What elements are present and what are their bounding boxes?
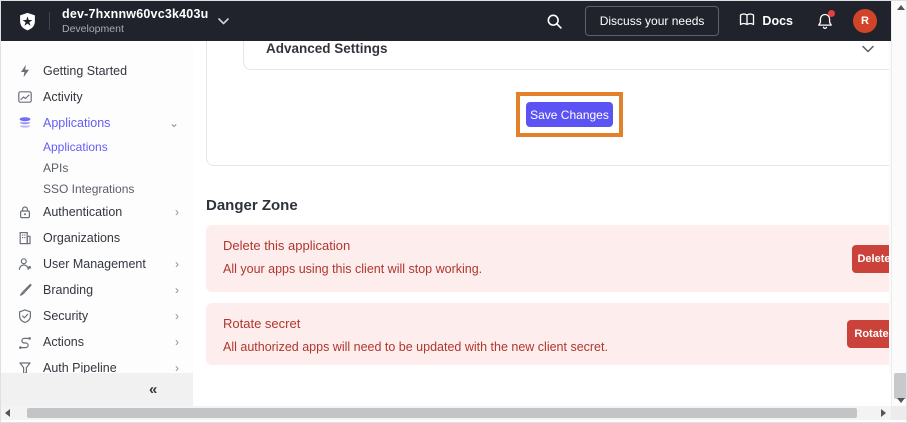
- activity-chart-icon: [17, 90, 32, 105]
- danger-card-description: All authorized apps will need to be upda…: [206, 331, 891, 354]
- scrollbar-corner: [891, 406, 907, 420]
- horizontal-scrollbar-thumb[interactable]: [27, 408, 857, 418]
- sidebar-subitem-applications[interactable]: Applications: [1, 136, 193, 157]
- tenant-switcher[interactable]: dev-7hxnnw60vc3k403u Development: [62, 7, 208, 34]
- sidebar-item-label: Security: [43, 309, 175, 323]
- sidebar-item-branding[interactable]: Branding›: [1, 277, 193, 303]
- advanced-settings-label: Advanced Settings: [266, 41, 388, 56]
- notifications-bell-icon[interactable]: [817, 13, 833, 30]
- chevron-right-icon: ›: [175, 206, 179, 218]
- divider: [49, 12, 50, 30]
- book-icon: [739, 13, 755, 30]
- sidebar-item-auth-pipeline[interactable]: Auth Pipeline›: [1, 355, 193, 373]
- danger-card-title: Delete this application: [206, 225, 891, 253]
- zap-icon: [17, 64, 32, 79]
- sidebar-item-user-management[interactable]: User Management›: [1, 251, 193, 277]
- lock-icon: [17, 205, 32, 220]
- sidebar-item-label: Authentication: [43, 205, 175, 219]
- tenant-environment: Development: [62, 23, 208, 35]
- sidebar-item-getting-started[interactable]: Getting Started: [1, 58, 193, 84]
- sidebar-item-label: Actions: [43, 335, 175, 349]
- top-bar: dev-7hxnnw60vc3k403u Development Discuss…: [1, 1, 891, 41]
- sidebar-item-label: Auth Pipeline: [43, 361, 175, 373]
- sidebar-item-label: Branding: [43, 283, 175, 297]
- chevron-right-icon: ›: [175, 310, 179, 322]
- docs-link[interactable]: Docs: [739, 13, 793, 30]
- main-content: Advanced Settings Save Changes Danger Zo…: [193, 41, 891, 406]
- delete-button[interactable]: Delete: [852, 245, 891, 273]
- user-avatar[interactable]: R: [853, 9, 877, 33]
- chevron-down-icon[interactable]: [862, 41, 874, 58]
- chevron-right-icon: ›: [175, 258, 179, 270]
- docs-label: Docs: [762, 14, 793, 28]
- sidebar-item-security[interactable]: Security›: [1, 303, 193, 329]
- sidebar-item-label: User Management: [43, 257, 175, 271]
- tenant-name: dev-7hxnnw60vc3k403u: [62, 7, 208, 21]
- user-icon: [17, 257, 32, 272]
- sidebar-item-label: Organizations: [43, 231, 179, 245]
- flow-icon: [17, 335, 32, 350]
- sidebar-subitem-apis[interactable]: APIs: [1, 157, 193, 178]
- sidebar-item-activity[interactable]: Activity: [1, 84, 193, 110]
- settings-form-card: Advanced Settings Save Changes: [206, 41, 891, 166]
- sidebar-subitem-label: APIs: [43, 161, 68, 175]
- vertical-scrollbar[interactable]: [891, 1, 907, 406]
- chevron-right-icon: ›: [175, 284, 179, 296]
- scroll-left-arrow-icon[interactable]: [5, 409, 10, 417]
- chevron-right-icon: ›: [175, 362, 179, 373]
- sidebar-subitem-label: SSO Integrations: [43, 182, 134, 196]
- danger-card-description: All your apps using this client will sto…: [206, 253, 891, 276]
- rotate-button[interactable]: Rotate: [847, 320, 891, 348]
- sidebar: Getting StartedActivityApplications⌄Appl…: [1, 41, 193, 373]
- pipeline-icon: [17, 361, 32, 374]
- sidebar-item-label: Activity: [43, 90, 179, 104]
- scroll-down-arrow-icon[interactable]: [897, 398, 905, 403]
- sidebar-item-actions[interactable]: Actions›: [1, 329, 193, 355]
- highlight-annotation-box: Save Changes: [516, 92, 623, 137]
- scroll-up-arrow-icon[interactable]: [897, 5, 905, 10]
- danger-card-delete: Delete this applicationAll your apps usi…: [206, 225, 891, 292]
- vertical-scrollbar-thumb[interactable]: [894, 373, 907, 399]
- sidebar-item-authentication[interactable]: Authentication›: [1, 199, 193, 225]
- advanced-settings-accordion[interactable]: Advanced Settings: [243, 41, 891, 70]
- danger-card-rotate: Rotate secretAll authorized apps will ne…: [206, 303, 891, 365]
- save-changes-button[interactable]: Save Changes: [526, 102, 613, 127]
- notification-dot: [828, 10, 835, 17]
- discuss-your-needs-button[interactable]: Discuss your needs: [585, 6, 720, 36]
- sidebar-item-applications[interactable]: Applications⌄: [1, 110, 193, 136]
- auth0-logo-icon[interactable]: [17, 11, 37, 31]
- layers-icon: [17, 116, 32, 131]
- scroll-right-arrow-icon[interactable]: [881, 409, 886, 417]
- search-icon[interactable]: [546, 13, 563, 30]
- danger-zone-heading: Danger Zone: [206, 197, 298, 214]
- chevron-down-icon: ⌄: [169, 117, 179, 129]
- sidebar-nav: Getting StartedActivityApplications⌄Appl…: [1, 41, 193, 373]
- sidebar-subitem-label: Applications: [43, 140, 108, 154]
- chevron-down-icon[interactable]: [218, 18, 229, 25]
- horizontal-scrollbar[interactable]: [1, 406, 891, 420]
- sidebar-item-label: Applications: [43, 116, 169, 130]
- sidebar-item-label: Getting Started: [43, 64, 179, 78]
- danger-card-title: Rotate secret: [206, 303, 891, 331]
- sidebar-footer: «: [1, 373, 193, 406]
- brush-icon: [17, 283, 32, 298]
- shield-check-icon: [17, 309, 32, 324]
- sidebar-subitem-sso-integrations[interactable]: SSO Integrations: [1, 178, 193, 199]
- building-icon: [17, 231, 32, 246]
- sidebar-collapse-button[interactable]: «: [149, 381, 157, 398]
- sidebar-item-organizations[interactable]: Organizations: [1, 225, 193, 251]
- chevron-right-icon: ›: [175, 336, 179, 348]
- app-window: dev-7hxnnw60vc3k403u Development Discuss…: [0, 0, 907, 423]
